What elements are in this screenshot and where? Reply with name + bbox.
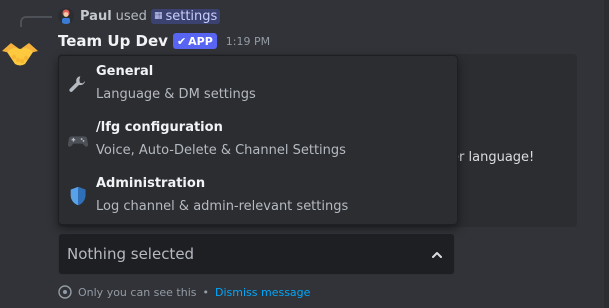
select-placeholder: Nothing selected [67,245,195,263]
bot-avatar[interactable] [0,34,40,74]
ephemeral-notice: Only you can see this • Dismiss message [58,285,310,299]
bot-username[interactable]: Team Up Dev [58,32,168,50]
message-header: Team Up Dev ✔ APP 1:19 PM [58,30,270,52]
app-badge-label: APP [188,34,213,48]
dropdown-option-administration[interactable]: Administration Log channel & admin-relev… [59,168,457,220]
option-description: Language & DM settings [96,87,256,102]
ephemeral-text: Only you can see this [78,285,197,299]
verified-check-icon: ✔ [176,34,187,48]
settings-select[interactable]: Nothing selected [58,233,455,275]
option-label: General [96,64,154,79]
option-label: Administration [96,176,206,191]
option-description: Log channel & admin-relevant settings [96,199,349,214]
shield-icon [66,184,90,208]
reply-context[interactable]: Paul used ▦ settings [58,7,221,25]
dropdown-option-general[interactable]: General Language & DM settings [59,56,457,108]
dropdown-option-lfg[interactable]: /lfg configuration Voice, Auto-Delete & … [59,112,457,164]
app-badge: ✔ APP [172,33,217,49]
reply-username[interactable]: Paul [80,9,112,24]
command-grid-icon: ▦ [153,10,163,21]
option-label: /lfg configuration [96,120,223,135]
option-description: Voice, Auto-Delete & Channel Settings [96,143,346,158]
chevron-up-icon [432,252,442,258]
wrench-icon [66,72,90,96]
reply-verb: used [115,8,147,24]
scrollbar-track[interactable] [604,0,609,308]
eye-icon [58,285,72,299]
settings-dropdown-menu: General Language & DM settings /lfg conf… [58,55,458,225]
message-timestamp[interactable]: 1:19 PM [226,35,270,48]
command-mention[interactable]: ▦ settings [150,8,221,24]
gamepad-icon [66,128,90,152]
reply-spine [20,16,52,27]
user-avatar-icon[interactable] [58,8,74,24]
dismiss-message-link[interactable]: Dismiss message [215,286,310,299]
command-name: settings [165,8,218,24]
handshake-icon [2,43,38,66]
separator: • [202,285,210,299]
